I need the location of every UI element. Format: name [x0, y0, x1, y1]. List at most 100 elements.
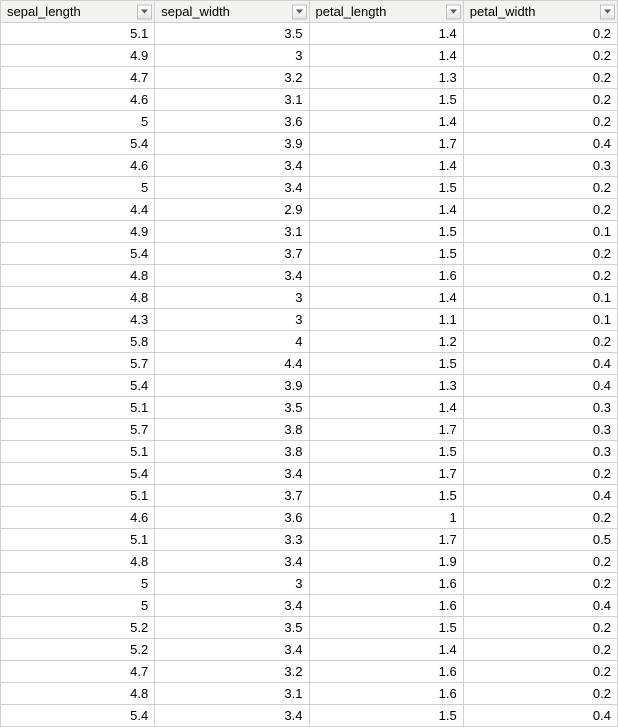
cell[interactable]: 1.3	[309, 375, 463, 397]
cell[interactable]: 4.8	[1, 265, 155, 287]
filter-dropdown-button[interactable]	[292, 4, 307, 19]
cell[interactable]: 4.7	[1, 661, 155, 683]
cell[interactable]: 5.4	[1, 375, 155, 397]
cell[interactable]: 0.2	[463, 243, 617, 265]
cell[interactable]: 3.6	[155, 111, 309, 133]
cell[interactable]: 3.6	[155, 507, 309, 529]
cell[interactable]: 4.6	[1, 155, 155, 177]
cell[interactable]: 4.6	[1, 507, 155, 529]
cell[interactable]: 0.2	[463, 111, 617, 133]
cell[interactable]: 3.4	[155, 639, 309, 661]
cell[interactable]: 5	[1, 573, 155, 595]
cell[interactable]: 3.5	[155, 617, 309, 639]
cell[interactable]: 3.1	[155, 89, 309, 111]
cell[interactable]: 1.5	[309, 353, 463, 375]
cell[interactable]: 3.4	[155, 155, 309, 177]
cell[interactable]: 0.2	[463, 661, 617, 683]
cell[interactable]: 0.4	[463, 595, 617, 617]
cell[interactable]: 0.2	[463, 507, 617, 529]
cell[interactable]: 0.2	[463, 331, 617, 353]
cell[interactable]: 4.9	[1, 45, 155, 67]
cell[interactable]: 1.5	[309, 243, 463, 265]
cell[interactable]: 1.4	[309, 397, 463, 419]
cell[interactable]: 4.9	[1, 221, 155, 243]
cell[interactable]: 3.1	[155, 683, 309, 705]
cell[interactable]: 1.7	[309, 419, 463, 441]
cell[interactable]: 4.4	[155, 353, 309, 375]
cell[interactable]: 0.3	[463, 419, 617, 441]
cell[interactable]: 3.5	[155, 23, 309, 45]
cell[interactable]: 1.7	[309, 463, 463, 485]
cell[interactable]: 5.4	[1, 133, 155, 155]
cell[interactable]: 3.2	[155, 661, 309, 683]
cell[interactable]: 3.7	[155, 485, 309, 507]
cell[interactable]: 5	[1, 177, 155, 199]
cell[interactable]: 0.2	[463, 265, 617, 287]
cell[interactable]: 1.6	[309, 573, 463, 595]
cell[interactable]: 0.3	[463, 441, 617, 463]
cell[interactable]: 0.2	[463, 23, 617, 45]
cell[interactable]: 3	[155, 287, 309, 309]
cell[interactable]: 0.2	[463, 177, 617, 199]
cell[interactable]: 1.5	[309, 705, 463, 727]
cell[interactable]: 1.4	[309, 111, 463, 133]
cell[interactable]: 4.8	[1, 287, 155, 309]
cell[interactable]: 0.2	[463, 45, 617, 67]
cell[interactable]: 1.1	[309, 309, 463, 331]
cell[interactable]: 1.6	[309, 661, 463, 683]
cell[interactable]: 4.4	[1, 199, 155, 221]
column-header-petal-length[interactable]: petal_length	[309, 1, 463, 23]
cell[interactable]: 3.4	[155, 551, 309, 573]
cell[interactable]: 4	[155, 331, 309, 353]
cell[interactable]: 1.4	[309, 23, 463, 45]
cell[interactable]: 5.1	[1, 397, 155, 419]
cell[interactable]: 5.4	[1, 243, 155, 265]
cell[interactable]: 0.4	[463, 353, 617, 375]
cell[interactable]: 4.8	[1, 683, 155, 705]
cell[interactable]: 5	[1, 595, 155, 617]
cell[interactable]: 1.4	[309, 287, 463, 309]
cell[interactable]: 4.3	[1, 309, 155, 331]
cell[interactable]: 3.4	[155, 595, 309, 617]
cell[interactable]: 3.3	[155, 529, 309, 551]
cell[interactable]: 3.9	[155, 133, 309, 155]
cell[interactable]: 1.4	[309, 199, 463, 221]
cell[interactable]: 5.4	[1, 705, 155, 727]
cell[interactable]: 1.5	[309, 177, 463, 199]
cell[interactable]: 0.4	[463, 375, 617, 397]
column-header-sepal-width[interactable]: sepal_width	[155, 1, 309, 23]
cell[interactable]: 0.2	[463, 89, 617, 111]
cell[interactable]: 1.3	[309, 67, 463, 89]
cell[interactable]: 3	[155, 573, 309, 595]
cell[interactable]: 1.2	[309, 331, 463, 353]
cell[interactable]: 0.2	[463, 617, 617, 639]
cell[interactable]: 5	[1, 111, 155, 133]
cell[interactable]: 1.6	[309, 595, 463, 617]
cell[interactable]: 1.6	[309, 265, 463, 287]
cell[interactable]: 3.4	[155, 705, 309, 727]
cell[interactable]: 4.6	[1, 89, 155, 111]
cell[interactable]: 1.9	[309, 551, 463, 573]
cell[interactable]: 1.5	[309, 221, 463, 243]
cell[interactable]: 0.4	[463, 705, 617, 727]
cell[interactable]: 3.7	[155, 243, 309, 265]
cell[interactable]: 0.1	[463, 287, 617, 309]
cell[interactable]: 0.5	[463, 529, 617, 551]
cell[interactable]: 5.7	[1, 353, 155, 375]
cell[interactable]: 0.3	[463, 155, 617, 177]
cell[interactable]: 0.3	[463, 397, 617, 419]
cell[interactable]: 5.1	[1, 23, 155, 45]
cell[interactable]: 5.2	[1, 617, 155, 639]
cell[interactable]: 3.1	[155, 221, 309, 243]
cell[interactable]: 3.2	[155, 67, 309, 89]
cell[interactable]: 1.5	[309, 89, 463, 111]
cell[interactable]: 4.8	[1, 551, 155, 573]
cell[interactable]: 5.1	[1, 529, 155, 551]
cell[interactable]: 3.5	[155, 397, 309, 419]
cell[interactable]: 5.2	[1, 639, 155, 661]
cell[interactable]: 0.4	[463, 133, 617, 155]
cell[interactable]: 5.4	[1, 463, 155, 485]
cell[interactable]: 2.9	[155, 199, 309, 221]
cell[interactable]: 5.7	[1, 419, 155, 441]
cell[interactable]: 3.8	[155, 441, 309, 463]
